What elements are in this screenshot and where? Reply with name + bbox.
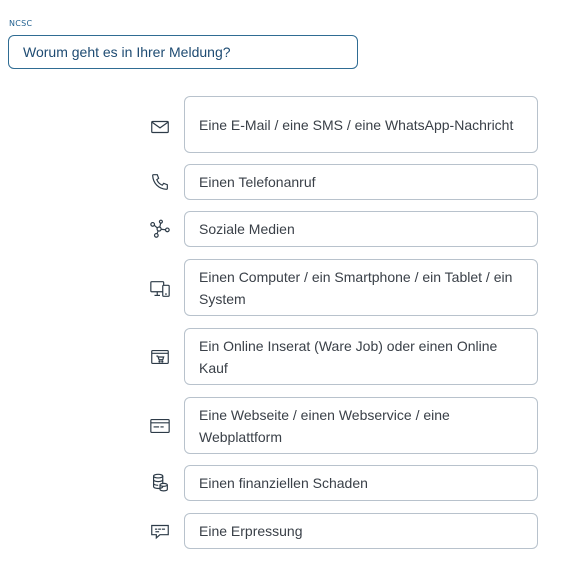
option-email-button[interactable]: Eine E-Mail / eine SMS / eine WhatsApp-N… [184,96,538,153]
option-online-purchase-button[interactable]: Ein Online Inserat (Ware Job) oder einen… [184,328,538,385]
computer-devices-icon [148,277,172,301]
shopping-cart-icon [148,345,172,369]
option-label: Einen finanziellen Schaden [199,475,368,491]
option-label: Soziale Medien [199,221,295,237]
question-field[interactable]: Worum geht es in Ihrer Meldung? [8,35,358,69]
question-text: Worum geht es in Ihrer Meldung? [23,44,231,60]
option-label: Einen Computer / ein Smartphone / ein Ta… [199,268,513,307]
option-label: Eine Erpressung [199,523,303,539]
social-network-icon [148,217,172,241]
envelope-icon [148,115,172,139]
option-social-media-button[interactable]: Soziale Medien [184,211,538,247]
option-website-button[interactable]: Eine Webseite / einen Webservice / eine … [184,397,538,454]
option-label: Eine Webseite / einen Webservice / eine … [199,406,450,445]
option-phone-button[interactable]: Einen Telefonanruf [184,164,538,200]
option-label: Eine E-Mail / eine SMS / eine WhatsApp-N… [199,116,514,133]
ransom-message-icon [148,519,172,543]
coins-icon [148,471,172,495]
brand-label: NCSC [9,19,33,28]
option-extortion-button[interactable]: Eine Erpressung [184,513,538,549]
browser-window-icon [148,414,172,438]
option-computer-button[interactable]: Einen Computer / ein Smartphone / ein Ta… [184,259,538,316]
option-label: Ein Online Inserat (Ware Job) oder einen… [199,337,498,376]
phone-icon [148,170,172,194]
option-financial-damage-button[interactable]: Einen finanziellen Schaden [184,465,538,501]
option-label: Einen Telefonanruf [199,174,316,190]
